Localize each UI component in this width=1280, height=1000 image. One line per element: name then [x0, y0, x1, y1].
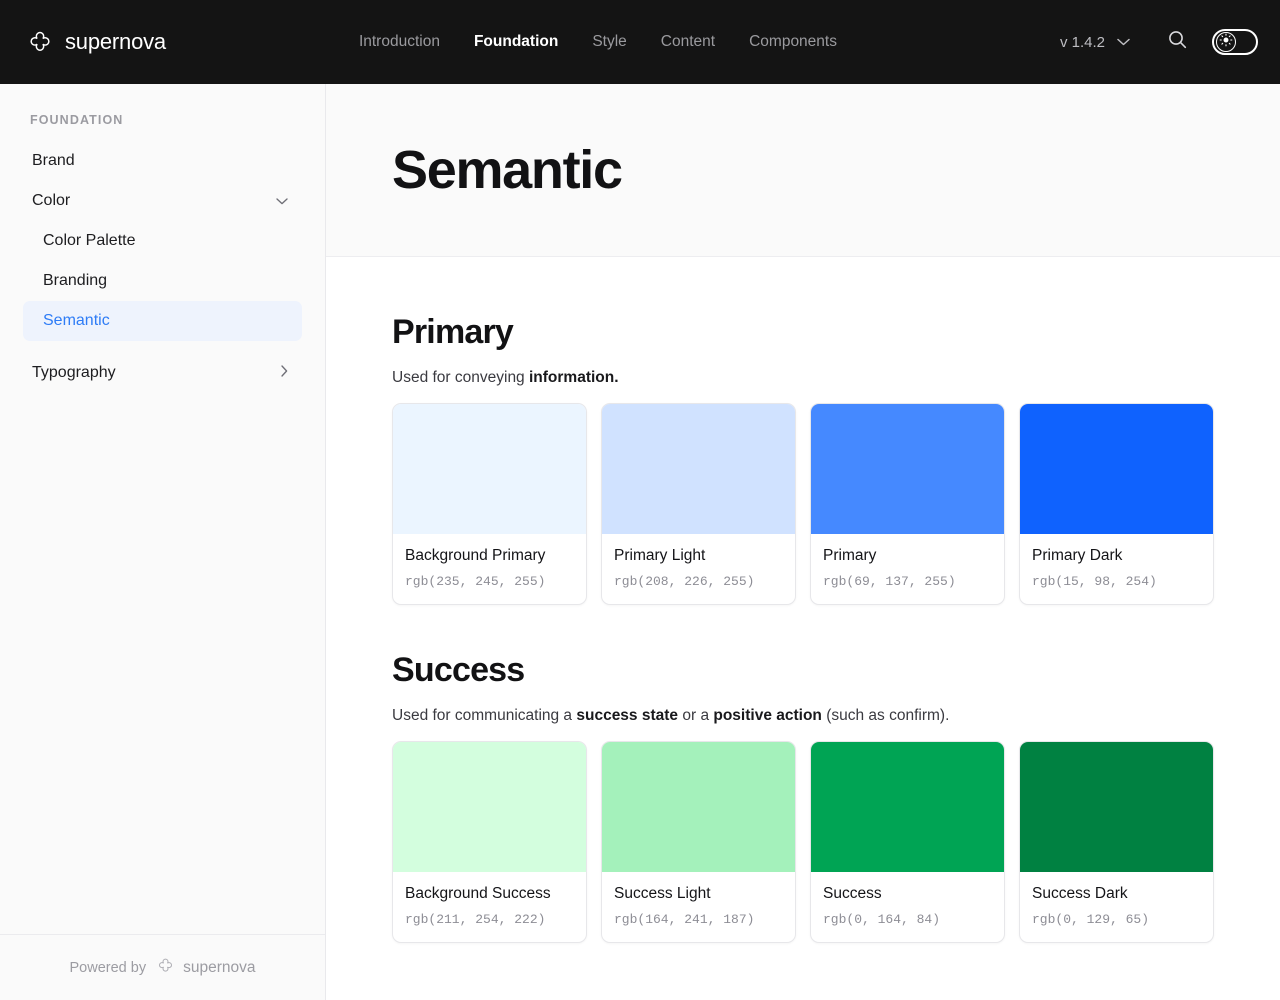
color-name: Background Primary	[405, 547, 574, 565]
nav-item-foundation[interactable]: Foundation	[474, 33, 558, 51]
color-chip	[602, 404, 795, 534]
color-name: Background Success	[405, 885, 574, 903]
chevron-right-icon[interactable]	[281, 364, 288, 382]
color-value: rgb(0, 164, 84)	[823, 912, 992, 927]
section-gap	[392, 605, 1214, 651]
color-value: rgb(211, 254, 222)	[405, 912, 574, 927]
search-icon	[1168, 30, 1187, 54]
color-meta: Success Light rgb(164, 241, 187)	[602, 872, 795, 942]
top-navigation-bar: supernova Introduction Foundation Style …	[0, 0, 1280, 84]
sidebar-item-label: Brand	[32, 152, 75, 170]
color-swatch-card[interactable]: Success rgb(0, 164, 84)	[810, 741, 1005, 943]
color-meta: Background Primary rgb(235, 245, 255)	[393, 534, 586, 604]
sun-icon	[1219, 33, 1233, 52]
section-title: Success	[392, 651, 1214, 690]
primary-nav: Introduction Foundation Style Content Co…	[359, 33, 837, 51]
sidebar-item-typography[interactable]: Typography	[23, 353, 302, 393]
sidebar-item-semantic[interactable]: Semantic	[23, 301, 302, 341]
theme-toggle[interactable]	[1212, 29, 1258, 55]
color-value: rgb(69, 137, 255)	[823, 574, 992, 589]
color-swatch-card[interactable]: Primary Dark rgb(15, 98, 254)	[1019, 403, 1214, 605]
sidebar-item-label: Branding	[43, 272, 107, 290]
sidebar-section-label: FOUNDATION	[30, 113, 325, 127]
color-name: Primary Dark	[1032, 547, 1201, 565]
color-chip	[1020, 404, 1213, 534]
sidebar-item-brand[interactable]: Brand	[23, 141, 302, 181]
section-primary: Primary Used for conveying information. …	[392, 313, 1214, 605]
supernova-footer-link[interactable]: supernova	[156, 956, 255, 980]
sidebar: FOUNDATION Brand Color Color Palette Bra…	[0, 84, 326, 1000]
swatch-row-primary: Background Primary rgb(235, 245, 255) Pr…	[392, 403, 1214, 605]
color-chip	[811, 404, 1004, 534]
color-meta: Success Dark rgb(0, 129, 65)	[1020, 872, 1213, 942]
main-content: Semantic Primary Used for conveying info…	[326, 84, 1280, 1000]
color-name: Success Dark	[1032, 885, 1201, 903]
nav-item-components[interactable]: Components	[749, 33, 837, 51]
sidebar-item-label: Typography	[32, 364, 116, 382]
color-name: Success Light	[614, 885, 783, 903]
color-chip	[602, 742, 795, 872]
version-selector[interactable]: v 1.4.2	[1060, 34, 1130, 51]
sidebar-footer: Powered by supernova	[0, 934, 325, 1000]
color-value: rgb(0, 129, 65)	[1032, 912, 1201, 927]
page-title: Semantic	[392, 139, 622, 201]
nav-item-content[interactable]: Content	[661, 33, 715, 51]
sidebar-item-label: Color	[32, 192, 70, 210]
color-meta: Success rgb(0, 164, 84)	[811, 872, 1004, 942]
color-chip	[811, 742, 1004, 872]
page-header: Semantic	[326, 84, 1280, 257]
chevron-down-icon	[1117, 38, 1130, 46]
color-swatch-card[interactable]: Primary Light rgb(208, 226, 255)	[601, 403, 796, 605]
color-name: Success	[823, 885, 992, 903]
color-chip	[1020, 742, 1213, 872]
supernova-footer-label: supernova	[183, 959, 255, 977]
sidebar-spacer	[0, 341, 325, 353]
powered-by-label: Powered by	[70, 960, 147, 976]
color-meta: Primary Dark rgb(15, 98, 254)	[1020, 534, 1213, 604]
brand-home-link[interactable]: supernova	[26, 28, 166, 56]
color-meta: Primary Light rgb(208, 226, 255)	[602, 534, 795, 604]
sidebar-item-label: Color Palette	[43, 232, 136, 250]
version-label: v 1.4.2	[1060, 34, 1105, 51]
color-chip	[393, 742, 586, 872]
supernova-clover-logo-icon	[156, 956, 175, 980]
search-button[interactable]	[1160, 25, 1194, 59]
toggle-knob	[1216, 32, 1236, 52]
color-swatch-card[interactable]: Background Success rgb(211, 254, 222)	[392, 741, 587, 943]
section-success: Success Used for communicating a success…	[392, 651, 1214, 943]
color-swatch-card[interactable]: Background Primary rgb(235, 245, 255)	[392, 403, 587, 605]
chevron-down-icon[interactable]	[276, 192, 288, 210]
sidebar-item-label: Semantic	[43, 312, 110, 330]
section-description: Used for communicating a success state o…	[392, 707, 1214, 725]
swatch-row-success: Background Success rgb(211, 254, 222) Su…	[392, 741, 1214, 943]
color-chip	[393, 404, 586, 534]
color-value: rgb(164, 241, 187)	[614, 912, 783, 927]
color-name: Primary Light	[614, 547, 783, 565]
brand-name-label: supernova	[65, 29, 166, 55]
sidebar-item-color-palette[interactable]: Color Palette	[23, 221, 302, 261]
color-name: Primary	[823, 547, 992, 565]
color-value: rgb(15, 98, 254)	[1032, 574, 1201, 589]
section-title: Primary	[392, 313, 1214, 352]
topbar-actions: v 1.4.2	[1060, 0, 1258, 84]
section-description: Used for conveying information.	[392, 369, 1214, 387]
content-body: Primary Used for conveying information. …	[326, 257, 1280, 943]
color-swatch-card[interactable]: Primary rgb(69, 137, 255)	[810, 403, 1005, 605]
supernova-clover-logo-icon	[26, 28, 54, 56]
sidebar-nav-list: Brand Color Color Palette Branding Seman…	[0, 141, 325, 393]
color-value: rgb(235, 245, 255)	[405, 574, 574, 589]
sidebar-item-color[interactable]: Color	[23, 181, 302, 221]
color-swatch-card[interactable]: Success Light rgb(164, 241, 187)	[601, 741, 796, 943]
color-meta: Background Success rgb(211, 254, 222)	[393, 872, 586, 942]
color-swatch-card[interactable]: Success Dark rgb(0, 129, 65)	[1019, 741, 1214, 943]
sidebar-item-branding[interactable]: Branding	[23, 261, 302, 301]
nav-item-style[interactable]: Style	[592, 33, 626, 51]
color-meta: Primary rgb(69, 137, 255)	[811, 534, 1004, 604]
nav-item-introduction[interactable]: Introduction	[359, 33, 440, 51]
color-value: rgb(208, 226, 255)	[614, 574, 783, 589]
